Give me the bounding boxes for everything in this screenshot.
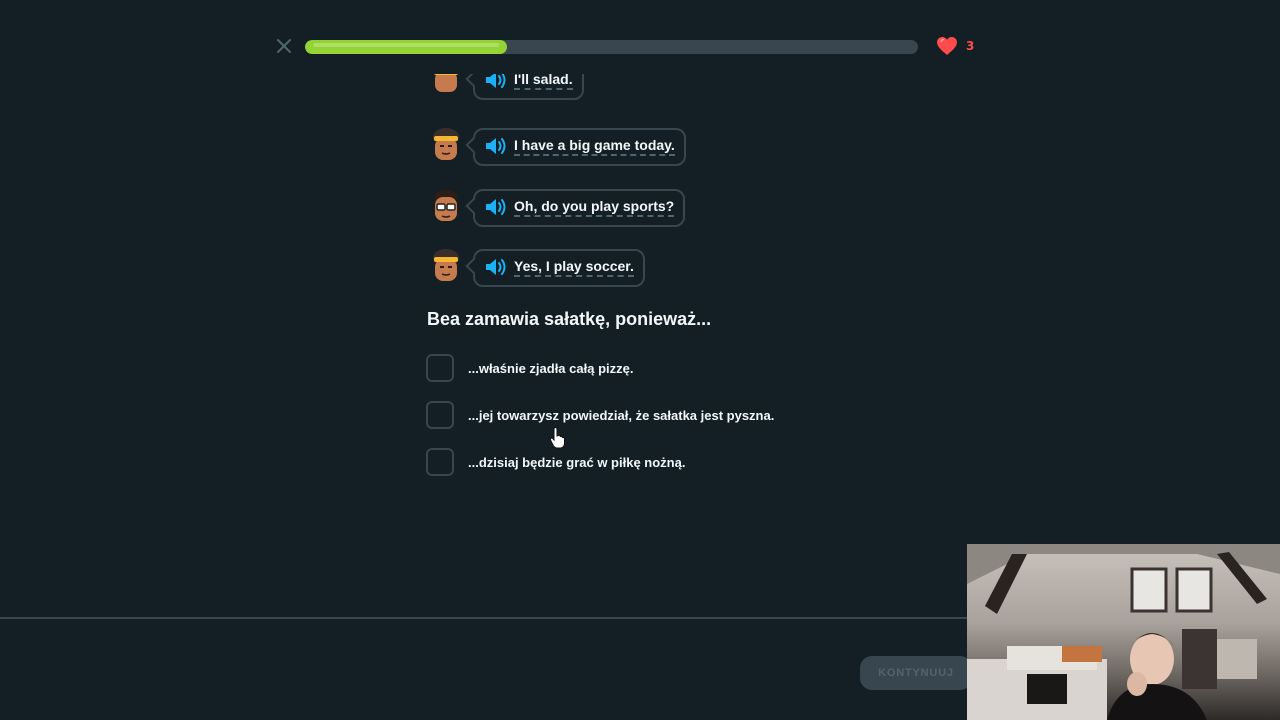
hearts-counter: 3 xyxy=(936,36,974,56)
dialog-line: Yes, I play soccer. xyxy=(426,249,1026,293)
girl-headband-avatar-icon xyxy=(433,249,459,281)
checkbox[interactable] xyxy=(426,354,454,382)
dialog-text: Yes, I play soccer. xyxy=(514,258,634,277)
girl-headband-avatar-icon xyxy=(433,128,459,160)
lesson-progress-bar xyxy=(305,40,918,54)
dialog-line: I'll salad. xyxy=(426,74,1026,106)
speech-bubble: Oh, do you play sports? xyxy=(473,189,686,227)
progress-fill xyxy=(305,40,508,54)
option-label: ...jej towarzysz powiedział, że sałatka … xyxy=(468,407,775,423)
checkbox[interactable] xyxy=(426,401,454,429)
option-label: ...właśnie zjadła całą pizzę. xyxy=(468,360,634,376)
heart-icon xyxy=(937,37,957,55)
speech-bubble: I have a big game today. xyxy=(473,128,686,166)
speaker-icon[interactable] xyxy=(484,197,508,217)
speech-bubble: I'll salad. xyxy=(473,74,584,100)
close-icon xyxy=(277,39,291,53)
answer-option-1[interactable]: ...właśnie zjadła całą pizzę. xyxy=(426,352,633,384)
speaker-icon[interactable] xyxy=(484,257,508,277)
dialog-transcript: I'll salad. I have a big game today. Oh,… xyxy=(426,74,1026,304)
question-prompt: Bea zamawia sałatkę, ponieważ... xyxy=(427,309,712,329)
speaker-icon[interactable] xyxy=(484,74,508,90)
close-button[interactable] xyxy=(272,34,296,58)
dialog-text: I'll salad. xyxy=(514,74,573,90)
boy-glasses-avatar-icon xyxy=(434,190,458,221)
dialog-line: Oh, do you play sports? xyxy=(426,189,1026,233)
answer-option-2[interactable]: ...jej towarzysz powiedział, że sałatka … xyxy=(426,399,774,431)
hearts-count: 3 xyxy=(966,39,975,53)
continue-button[interactable]: KONTYNUUJ xyxy=(860,656,972,690)
answer-option-3[interactable]: ...dzisiaj będzie grać w piłkę nożną. xyxy=(426,446,685,478)
webcam-scene xyxy=(967,544,1280,720)
checkbox[interactable] xyxy=(426,448,454,476)
hand-cursor-icon xyxy=(549,427,565,449)
speech-bubble: Yes, I play soccer. xyxy=(473,249,645,287)
dialog-text: I have a big game today. xyxy=(514,137,675,156)
speaker-icon[interactable] xyxy=(484,136,508,156)
webcam-overlay xyxy=(967,544,1280,720)
dialog-text: Oh, do you play sports? xyxy=(514,198,675,217)
option-label: ...dzisiaj będzie grać w piłkę nożną. xyxy=(468,454,686,470)
girl-headband-avatar-icon xyxy=(433,74,459,92)
dialog-line: I have a big game today. xyxy=(426,128,1026,172)
